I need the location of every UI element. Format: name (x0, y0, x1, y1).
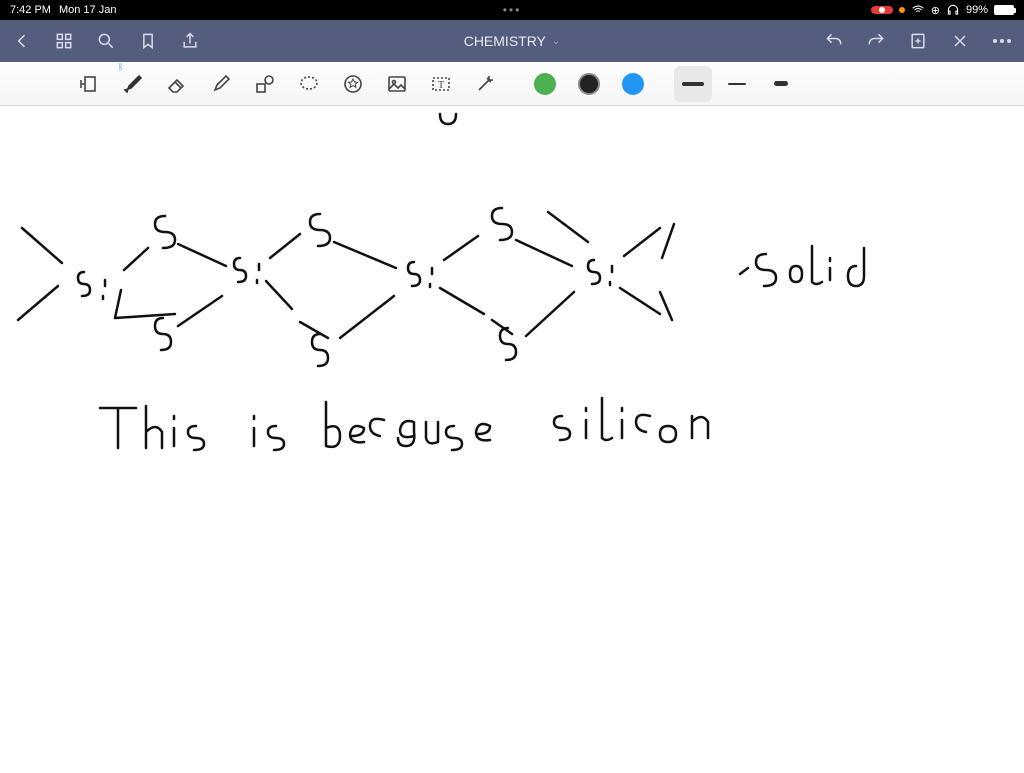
thickness-medium-icon (682, 82, 704, 86)
laser-icon (473, 72, 497, 96)
image-icon (385, 72, 409, 96)
close-button[interactable] (950, 31, 970, 51)
black-color-icon (578, 73, 600, 95)
document-title[interactable]: CHEMISTRY ⌄ (464, 33, 561, 49)
battery-icon (994, 5, 1014, 15)
pen-tool[interactable]: ᛒ (114, 66, 152, 102)
add-page-icon (908, 30, 928, 52)
grid-icon (54, 30, 74, 52)
more-menu-button[interactable] (992, 31, 1012, 51)
shapes-tool[interactable] (246, 66, 284, 102)
stamp-icon (341, 72, 365, 96)
text-icon: T (429, 72, 453, 96)
redo-button[interactable] (866, 31, 886, 51)
shapes-icon (253, 72, 277, 96)
title-text: CHEMISTRY (464, 33, 546, 49)
thickness-thin[interactable] (718, 66, 756, 102)
redo-icon (866, 30, 886, 52)
thickness-thin-icon (728, 83, 746, 85)
share-button[interactable] (180, 31, 200, 51)
text-tool[interactable]: T (422, 66, 460, 102)
grid-button[interactable] (54, 31, 74, 51)
orange-privacy-dot (899, 7, 905, 13)
battery-percent: 99% (966, 4, 988, 16)
color-blue[interactable] (614, 66, 652, 102)
screen-record-indicator[interactable] (871, 6, 893, 14)
highlighter-tool[interactable] (202, 66, 240, 102)
dot-icon (1007, 39, 1011, 43)
search-button[interactable] (96, 31, 116, 51)
wifi-icon (911, 3, 925, 17)
status-center-dots[interactable]: ••• (503, 3, 522, 17)
close-icon (950, 30, 970, 52)
pen-icon (121, 72, 145, 96)
page-transition-icon (77, 72, 101, 96)
dot-icon (993, 39, 997, 43)
search-icon (96, 30, 116, 52)
color-black[interactable] (570, 66, 608, 102)
undo-button[interactable] (824, 31, 844, 51)
thickness-medium[interactable] (674, 66, 712, 102)
thickness-thick[interactable] (762, 66, 800, 102)
status-date: Mon 17 Jan (59, 4, 116, 16)
blue-color-icon (622, 73, 644, 95)
color-green[interactable] (526, 66, 564, 102)
laser-tool[interactable] (466, 66, 504, 102)
highlighter-icon (209, 72, 233, 96)
eraser-icon (165, 72, 189, 96)
back-button[interactable] (12, 31, 32, 51)
bluetooth-icon: ᛒ (118, 62, 123, 72)
handwriting-layer (0, 106, 1024, 768)
app-nav-bar: CHEMISTRY ⌄ (0, 20, 1024, 62)
image-tool[interactable] (378, 66, 416, 102)
status-bar: 7:42 PM Mon 17 Jan ••• ⊕ 99% (0, 0, 1024, 20)
airplay-icon: ⊕ (931, 4, 940, 17)
page-transition-tool[interactable] (70, 66, 108, 102)
stamp-tool[interactable] (334, 66, 372, 102)
status-time: 7:42 PM (10, 4, 51, 16)
bookmark-icon (138, 30, 158, 52)
headphones-icon (946, 3, 960, 17)
lasso-icon (297, 72, 321, 96)
eraser-tool[interactable] (158, 66, 196, 102)
thickness-thick-icon (774, 81, 788, 86)
svg-text:T: T (438, 80, 444, 91)
green-color-icon (534, 73, 556, 95)
add-page-button[interactable] (908, 31, 928, 51)
dot-icon (1000, 39, 1004, 43)
lasso-tool[interactable] (290, 66, 328, 102)
note-canvas[interactable] (0, 106, 1024, 768)
drawing-toolbar: ᛒ T (0, 62, 1024, 106)
share-icon (180, 30, 200, 52)
chevron-left-icon (12, 30, 32, 52)
bookmark-button[interactable] (138, 31, 158, 51)
chevron-down-icon: ⌄ (552, 36, 560, 47)
undo-icon (824, 30, 844, 52)
